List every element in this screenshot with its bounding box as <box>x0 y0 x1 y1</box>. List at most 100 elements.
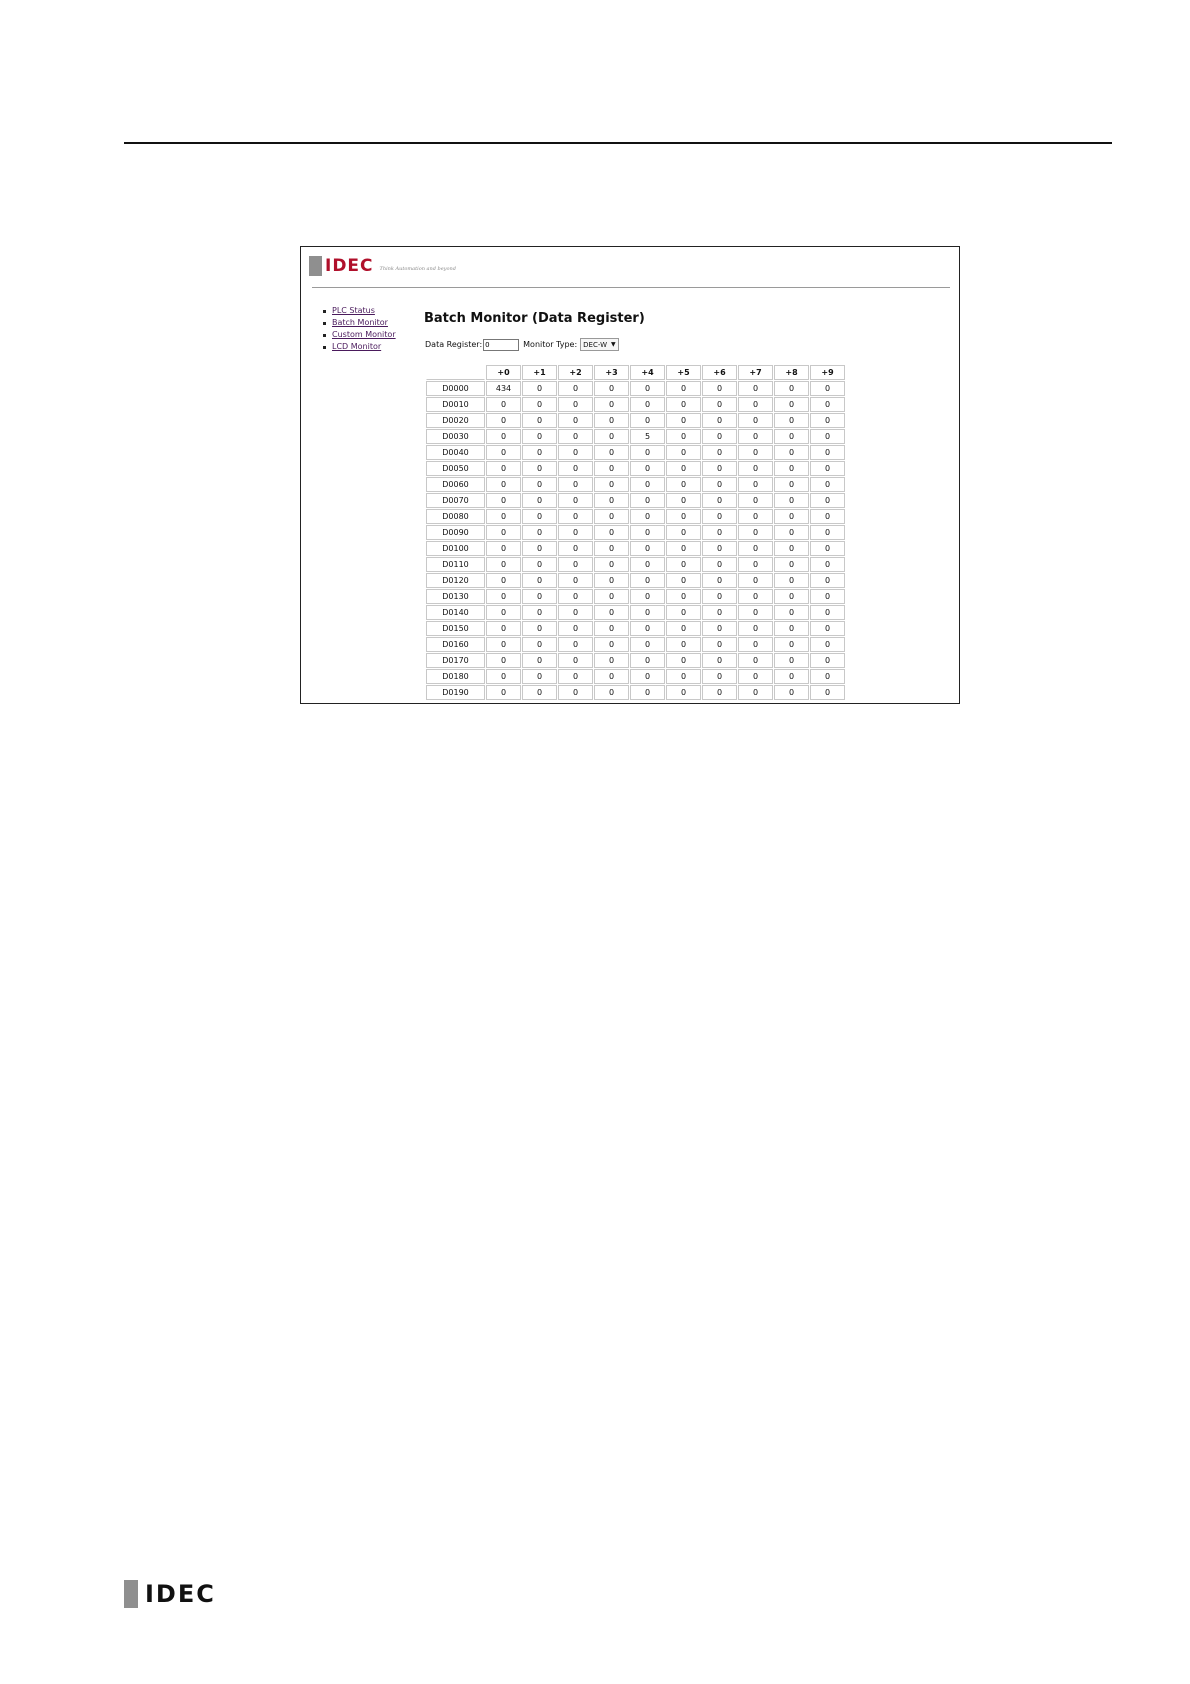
register-value-cell: 0 <box>774 461 809 476</box>
register-value-cell: 0 <box>666 685 701 700</box>
register-value-cell: 0 <box>774 493 809 508</box>
table-row: D0180 0 0 0 0 0 0 0 0 0 0 <box>426 669 845 684</box>
register-value-cell: 0 <box>630 557 665 572</box>
table-row: D0070 0 0 0 0 0 0 0 0 0 0 <box>426 493 845 508</box>
register-value-cell: 0 <box>486 493 521 508</box>
register-value-cell: 0 <box>774 605 809 620</box>
row-address-label: D0000 <box>426 381 485 396</box>
idec-logo-mark-icon <box>124 1580 143 1608</box>
register-value-cell: 0 <box>630 573 665 588</box>
register-value-cell: 0 <box>486 429 521 444</box>
register-value-cell: 0 <box>558 557 593 572</box>
register-value-cell: 0 <box>486 461 521 476</box>
register-value-cell: 0 <box>666 413 701 428</box>
register-value-cell: 0 <box>738 669 773 684</box>
register-value-cell: 0 <box>810 429 845 444</box>
register-value-cell: 0 <box>594 589 629 604</box>
row-address-label: D0110 <box>426 557 485 572</box>
register-value-cell: 0 <box>666 653 701 668</box>
register-value-cell: 0 <box>738 461 773 476</box>
table-row: D0160 0 0 0 0 0 0 0 0 0 0 <box>426 637 845 652</box>
register-value-cell: 0 <box>666 493 701 508</box>
register-value-cell: 0 <box>666 445 701 460</box>
register-value-cell: 0 <box>666 461 701 476</box>
register-value-cell: 0 <box>774 541 809 556</box>
register-value-cell: 0 <box>738 685 773 700</box>
register-value-cell: 0 <box>666 573 701 588</box>
row-address-label: D0190 <box>426 685 485 700</box>
register-value-cell: 0 <box>702 413 737 428</box>
register-value-cell: 0 <box>594 445 629 460</box>
register-value-cell: 0 <box>558 637 593 652</box>
register-value-cell: 0 <box>702 509 737 524</box>
data-register-input[interactable] <box>483 338 520 351</box>
register-value-cell: 0 <box>522 461 557 476</box>
register-value-cell: 0 <box>558 381 593 396</box>
register-value-cell: 0 <box>810 509 845 524</box>
register-value-cell: 0 <box>522 413 557 428</box>
table-row: D0150 0 0 0 0 0 0 0 0 0 0 <box>426 621 845 636</box>
brand-name: IDEC <box>325 256 374 276</box>
register-value-cell: 0 <box>738 429 773 444</box>
register-value-cell: 0 <box>522 509 557 524</box>
register-value-cell: 0 <box>630 669 665 684</box>
row-address-label: D0150 <box>426 621 485 636</box>
plc-status-link[interactable]: PLC Status <box>332 305 375 317</box>
custom-monitor-link[interactable]: Custom Monitor <box>332 329 396 341</box>
register-value-cell: 0 <box>774 397 809 412</box>
register-value-cell: 0 <box>702 477 737 492</box>
register-value-cell: 0 <box>774 685 809 700</box>
monitor-type-value: DEC-W <box>583 340 608 349</box>
register-value-cell: 0 <box>486 653 521 668</box>
row-address-label: D0020 <box>426 413 485 428</box>
header-corner <box>426 365 485 380</box>
register-value-cell: 0 <box>774 429 809 444</box>
idec-header-logo: IDEC Think Automation and beyond <box>309 256 456 276</box>
register-value-cell: 0 <box>666 589 701 604</box>
register-value-cell: 0 <box>594 573 629 588</box>
register-value-cell: 0 <box>810 413 845 428</box>
register-value-cell: 0 <box>594 557 629 572</box>
bullet-icon <box>323 321 326 325</box>
register-value-cell: 0 <box>558 461 593 476</box>
register-value-cell: 0 <box>558 413 593 428</box>
register-value-cell: 0 <box>666 557 701 572</box>
row-address-label: D0100 <box>426 541 485 556</box>
register-value-cell: 0 <box>558 621 593 636</box>
row-address-label: D0030 <box>426 429 485 444</box>
table-header-row: +0 +1 +2 +3 +4 +5 +6 +7 +8 +9 <box>426 365 845 380</box>
register-value-cell: 0 <box>522 573 557 588</box>
batch-monitor-link[interactable]: Batch Monitor <box>332 317 388 329</box>
register-value-cell: 0 <box>774 509 809 524</box>
monitor-type-select[interactable]: DEC-W ▼ <box>580 338 619 351</box>
register-value-cell: 0 <box>810 397 845 412</box>
register-table: +0 +1 +2 +3 +4 +5 +6 +7 +8 +9 D0000 434 0 0… <box>425 364 846 701</box>
register-value-cell: 0 <box>774 589 809 604</box>
table-row: D0100 0 0 0 0 0 0 0 0 0 0 <box>426 541 845 556</box>
register-value-cell: 0 <box>522 381 557 396</box>
row-address-label: D0040 <box>426 445 485 460</box>
nav-item-plc-status: PLC Status <box>323 305 396 317</box>
bullet-icon <box>323 309 326 313</box>
register-value-cell: 0 <box>774 445 809 460</box>
register-value-cell: 0 <box>594 397 629 412</box>
register-value-cell: 0 <box>522 589 557 604</box>
lcd-monitor-link[interactable]: LCD Monitor <box>332 341 381 353</box>
register-value-cell: 0 <box>666 509 701 524</box>
register-value-cell: 0 <box>702 589 737 604</box>
table-row: D0120 0 0 0 0 0 0 0 0 0 0 <box>426 573 845 588</box>
register-value-cell: 0 <box>702 525 737 540</box>
row-address-label: D0080 <box>426 509 485 524</box>
register-value-cell: 0 <box>774 477 809 492</box>
table-row: D0030 0 0 0 0 5 0 0 0 0 0 <box>426 429 845 444</box>
register-value-cell: 0 <box>774 637 809 652</box>
table-row: D0080 0 0 0 0 0 0 0 0 0 0 <box>426 509 845 524</box>
register-value-cell: 0 <box>666 541 701 556</box>
register-value-cell: 0 <box>594 637 629 652</box>
header-divider <box>312 287 950 288</box>
register-value-cell: 0 <box>558 445 593 460</box>
register-value-cell: 0 <box>594 605 629 620</box>
register-value-cell: 0 <box>738 541 773 556</box>
page-top-rule <box>124 142 1112 144</box>
register-value-cell: 0 <box>522 397 557 412</box>
